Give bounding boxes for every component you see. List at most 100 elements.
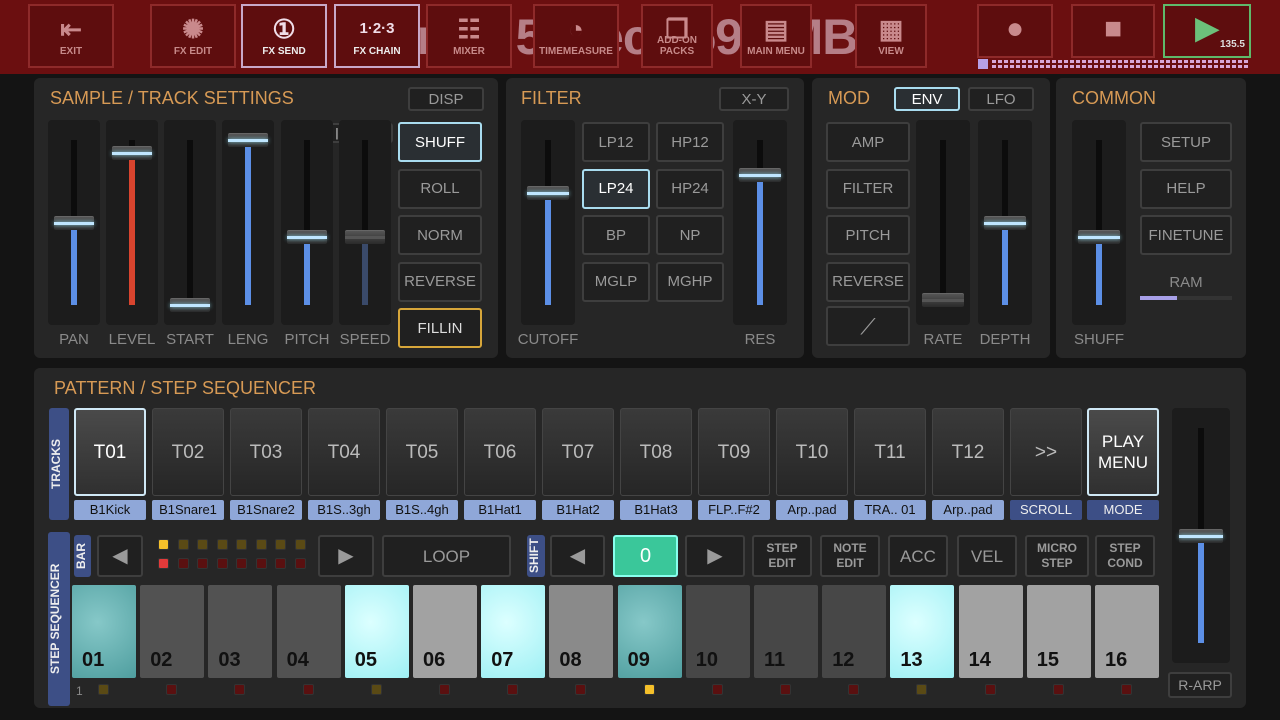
track-t06-button[interactable]: T06 bbox=[464, 408, 536, 496]
toolbar-timemeasure-button[interactable]: ◔ TIMEMEASURE bbox=[533, 4, 619, 68]
track-t11-button[interactable]: T11 bbox=[854, 408, 926, 496]
step-button-06[interactable]: 06 bbox=[413, 585, 477, 678]
bar-led[interactable] bbox=[216, 539, 228, 550]
micro-step-button[interactable]: MICRO STEP bbox=[1025, 535, 1089, 577]
step-edit-button[interactable]: STEP EDIT bbox=[752, 535, 812, 577]
bar-led[interactable] bbox=[236, 539, 247, 550]
bar-led[interactable] bbox=[177, 558, 189, 569]
shift-value[interactable]: 0 bbox=[613, 535, 678, 577]
track-t05-button[interactable]: T05 bbox=[386, 408, 458, 496]
step-button-15[interactable]: 15 bbox=[1026, 585, 1091, 678]
toolbar-main-menu-button[interactable]: ▤ MAIN MENU bbox=[740, 4, 812, 68]
lfo-button[interactable]: LFO bbox=[968, 87, 1034, 111]
step-button-02[interactable]: 02 bbox=[140, 585, 205, 678]
filter-lp24-button[interactable]: LP24 bbox=[582, 168, 650, 209]
env-button[interactable]: ENV bbox=[894, 87, 960, 111]
step-button-03[interactable]: 03 bbox=[208, 585, 273, 678]
bar-led[interactable] bbox=[197, 558, 208, 569]
shift-tab[interactable]: SHIFT bbox=[527, 535, 545, 577]
step-button-05[interactable]: 05 bbox=[344, 585, 409, 678]
step-sequencer-tab[interactable]: STEP SEQUENCER bbox=[48, 532, 70, 706]
bar-led[interactable] bbox=[294, 539, 306, 550]
bar-led[interactable] bbox=[294, 558, 306, 569]
bar-next-button[interactable]: ▶ bbox=[318, 535, 374, 577]
track-t04-button[interactable]: T04 bbox=[308, 408, 380, 496]
help-button[interactable]: HELP bbox=[1140, 168, 1232, 209]
play-button[interactable]: ▶ 135.5 bbox=[1163, 4, 1251, 58]
bar-led[interactable] bbox=[255, 539, 267, 550]
toolbar-fx-edit-button[interactable]: ✺ FX EDIT bbox=[150, 4, 236, 68]
filter-np-button[interactable]: NP bbox=[656, 215, 724, 255]
bar-led[interactable] bbox=[177, 539, 189, 550]
filter-hp12-button[interactable]: HP12 bbox=[656, 122, 724, 162]
vel-button[interactable]: VEL bbox=[957, 535, 1017, 577]
bar-led[interactable] bbox=[275, 558, 286, 569]
step-button-07[interactable]: 07 bbox=[481, 585, 546, 678]
r-arp-button[interactable]: R-ARP bbox=[1168, 672, 1232, 698]
filter-bp-button[interactable]: BP bbox=[582, 215, 650, 255]
scroll-button[interactable]: >> bbox=[1010, 408, 1082, 496]
record-button[interactable]: ● bbox=[977, 4, 1053, 58]
step-button-08[interactable]: 08 bbox=[549, 585, 614, 678]
track-t07-button[interactable]: T07 bbox=[542, 408, 614, 496]
step-button-16[interactable]: 16 bbox=[1095, 585, 1159, 678]
track-t02-button[interactable]: T02 bbox=[152, 408, 224, 496]
stop-button[interactable]: ■ bbox=[1071, 4, 1155, 58]
track-t10-button[interactable]: T10 bbox=[776, 408, 848, 496]
cutoff-fader[interactable] bbox=[521, 120, 575, 325]
filter-hp24-button[interactable]: HP24 bbox=[656, 168, 724, 209]
track-t01-button[interactable]: T01 bbox=[74, 408, 146, 496]
toolbar-fx-chain-button[interactable]: 1·2·3 FX CHAIN bbox=[334, 4, 420, 68]
shuff-button[interactable]: SHUFF bbox=[398, 122, 482, 162]
ramp-shape-icon[interactable]: ⟋ bbox=[826, 306, 910, 346]
mod-amp-button[interactable]: AMP bbox=[826, 122, 910, 162]
shift-next-button[interactable]: ▶ bbox=[685, 535, 745, 577]
reverse-button[interactable]: REVERSE bbox=[398, 261, 482, 302]
finetune-button[interactable]: FINETUNE bbox=[1140, 215, 1232, 255]
norm-button[interactable]: NORM bbox=[398, 215, 482, 255]
step-button-12[interactable]: 12 bbox=[822, 585, 887, 678]
filter-mglp-button[interactable]: MGLP bbox=[582, 261, 650, 302]
res-fader[interactable] bbox=[733, 120, 787, 325]
toolbar-add-on-packs-button[interactable]: ❒ ADD-ON PACKS bbox=[641, 4, 713, 68]
bar-led[interactable] bbox=[158, 558, 169, 569]
step-button-10[interactable]: 10 bbox=[685, 585, 750, 678]
step-button-13[interactable]: 13 bbox=[890, 585, 955, 678]
leng-fader[interactable] bbox=[222, 120, 274, 325]
level-fader[interactable] bbox=[106, 120, 158, 325]
toolbar-view-button[interactable]: ▦ VIEW bbox=[855, 4, 927, 68]
toolbar-exit-button[interactable]: ⇤ EXIT bbox=[28, 4, 114, 68]
toolbar-fx-send-button[interactable]: ① FX SEND bbox=[241, 4, 327, 68]
track-t03-button[interactable]: T03 bbox=[230, 408, 302, 496]
bar-led[interactable] bbox=[197, 539, 208, 550]
depth-fader[interactable] bbox=[978, 120, 1032, 325]
step-button-04[interactable]: 04 bbox=[276, 585, 341, 678]
pitch-fader[interactable] bbox=[281, 120, 333, 325]
track-t09-button[interactable]: T09 bbox=[698, 408, 770, 496]
fillin-button[interactable]: FILLIN bbox=[398, 308, 482, 348]
shuff-fader[interactable] bbox=[1072, 120, 1126, 325]
roll-button[interactable]: ROLL bbox=[398, 168, 482, 209]
shift-prev-button[interactable]: ◀ bbox=[550, 535, 605, 577]
bar-led[interactable] bbox=[255, 558, 267, 569]
filter-lp12-button[interactable]: LP12 bbox=[582, 122, 650, 162]
filter-mghp-button[interactable]: MGHP bbox=[656, 261, 724, 302]
play-menu-button[interactable]: PLAY MENU bbox=[1087, 408, 1159, 496]
toolbar-mixer-button[interactable]: ☷ MIXER bbox=[426, 4, 512, 68]
disp-button[interactable]: DISP bbox=[408, 87, 484, 111]
bar-led[interactable] bbox=[275, 539, 286, 550]
setup-button[interactable]: SETUP bbox=[1140, 122, 1232, 162]
pan-fader[interactable] bbox=[48, 120, 100, 325]
mod-pitch-button[interactable]: PITCH bbox=[826, 215, 910, 255]
bar-led[interactable] bbox=[158, 539, 169, 550]
rate-fader[interactable] bbox=[916, 120, 970, 325]
master-volume-fader[interactable] bbox=[1172, 408, 1230, 663]
loop-button[interactable]: LOOP bbox=[382, 535, 511, 577]
bar-prev-button[interactable]: ◀ bbox=[97, 535, 143, 577]
note-edit-button[interactable]: NOTE EDIT bbox=[820, 535, 880, 577]
tracks-tab[interactable]: TRACKS bbox=[49, 408, 69, 520]
start-fader[interactable] bbox=[164, 120, 216, 325]
step-button-14[interactable]: 14 bbox=[958, 585, 1023, 678]
bar-led[interactable] bbox=[236, 558, 247, 569]
step-cond-button[interactable]: STEP COND bbox=[1095, 535, 1155, 577]
